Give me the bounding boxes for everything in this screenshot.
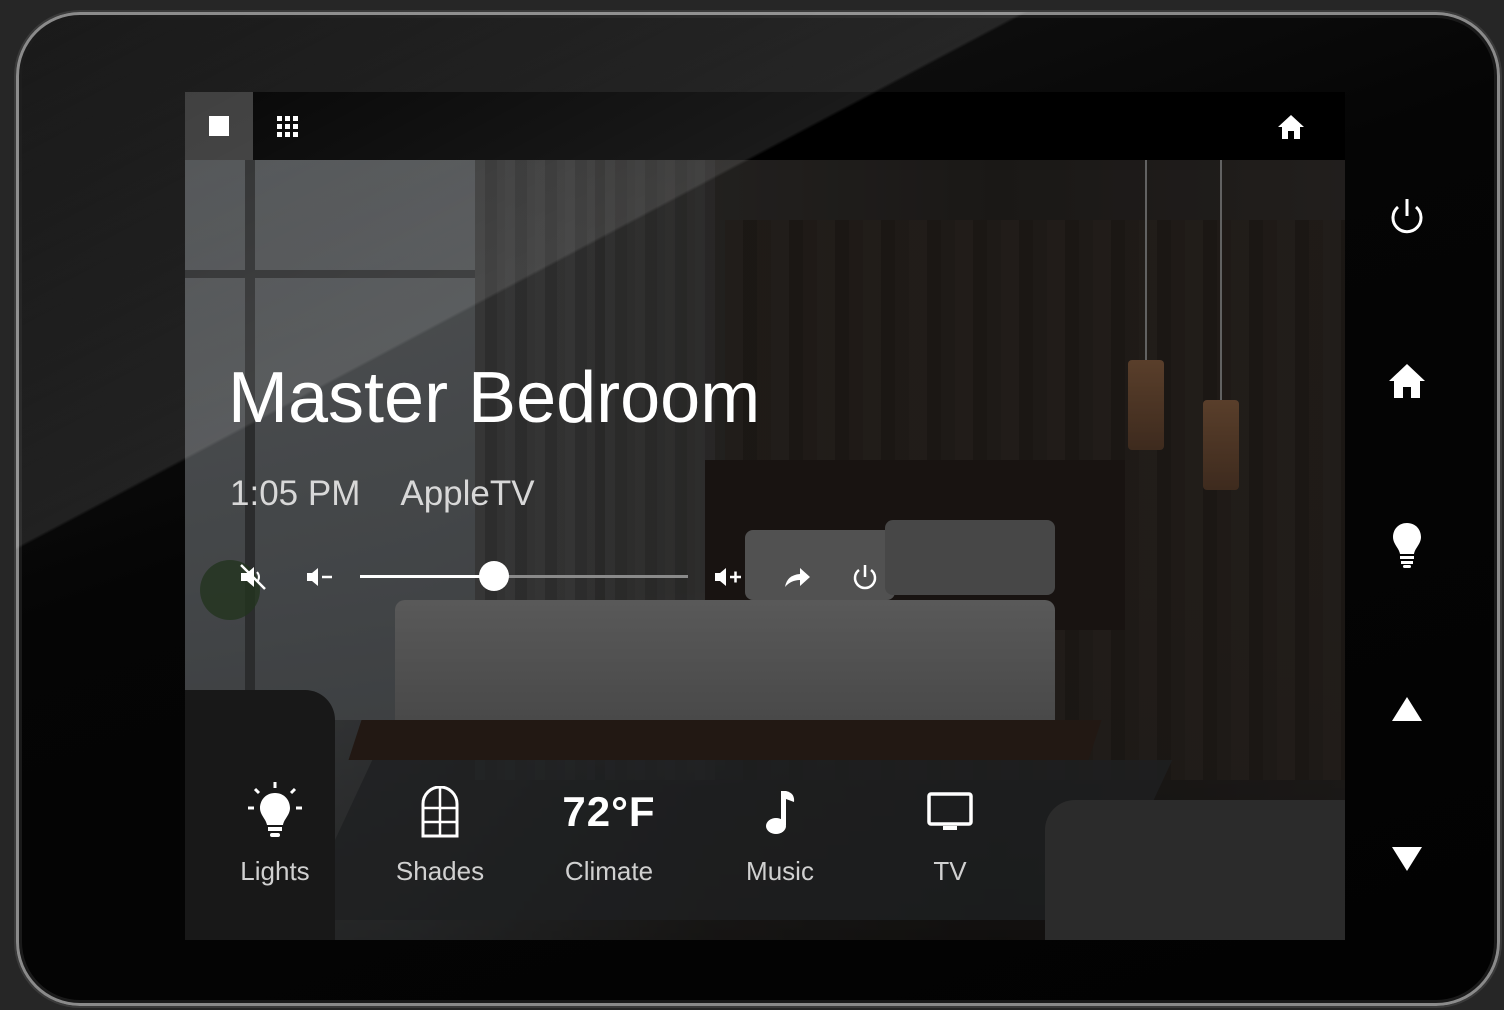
nav-shades[interactable]: Shades	[365, 782, 515, 887]
tv-icon	[927, 792, 973, 830]
nav-label: Climate	[564, 856, 654, 886]
arrow-up-icon	[1392, 697, 1422, 721]
active-source: AppleTV	[400, 474, 535, 513]
hardware-up-button[interactable]	[1382, 684, 1432, 734]
lightbulb-icon	[248, 782, 302, 837]
nav-label: Music	[746, 856, 814, 886]
hardware-down-button[interactable]	[1382, 834, 1432, 884]
hardware-lights-button[interactable]	[1382, 520, 1432, 570]
power-icon[interactable]	[849, 561, 881, 593]
room-title: Master Bedroom	[228, 358, 761, 438]
share-icon[interactable]	[781, 561, 813, 593]
arrow-down-icon	[1392, 847, 1422, 871]
touch-screen: Master Bedroom 1:05 PM AppleTV Lights Sh…	[185, 92, 1345, 940]
volume-down-icon[interactable]	[303, 561, 335, 593]
volume-slider-handle[interactable]	[479, 561, 510, 591]
volume-up-icon[interactable]	[712, 561, 744, 593]
nav-lights[interactable]: Lights	[200, 782, 350, 887]
volume-slider[interactable]	[360, 561, 688, 591]
temperature-value: 72°F	[562, 788, 656, 835]
room-status: 1:05 PM AppleTV	[230, 476, 535, 511]
nav-climate[interactable]: 72°F Climate	[534, 782, 684, 887]
clock-time: 1:05 PM	[230, 474, 361, 513]
single-view-icon	[209, 116, 229, 136]
hardware-home-button[interactable]	[1382, 356, 1432, 406]
nav-label: Shades	[395, 856, 485, 886]
grid-view-button[interactable]	[253, 92, 321, 160]
shades-icon	[421, 786, 459, 838]
home-icon	[1389, 364, 1425, 398]
hardware-power-button[interactable]	[1382, 192, 1432, 242]
nav-label: TV	[933, 856, 967, 886]
single-view-button[interactable]	[185, 92, 253, 160]
home-icon[interactable]	[1277, 114, 1305, 140]
power-icon	[1391, 199, 1423, 234]
volume-controls	[185, 547, 945, 607]
nav-tv[interactable]: TV	[875, 782, 1025, 887]
volume-slider-fill	[360, 575, 495, 578]
nav-music[interactable]: Music	[705, 782, 855, 887]
grid-view-icon	[276, 115, 298, 137]
music-note-icon	[766, 791, 795, 834]
top-bar	[185, 92, 1345, 160]
lightbulb-icon	[1393, 523, 1421, 568]
nav-label: Lights	[240, 856, 310, 886]
touch-panel-device: Master Bedroom 1:05 PM AppleTV Lights Sh…	[16, 12, 1500, 1006]
mute-icon[interactable]	[237, 561, 269, 593]
